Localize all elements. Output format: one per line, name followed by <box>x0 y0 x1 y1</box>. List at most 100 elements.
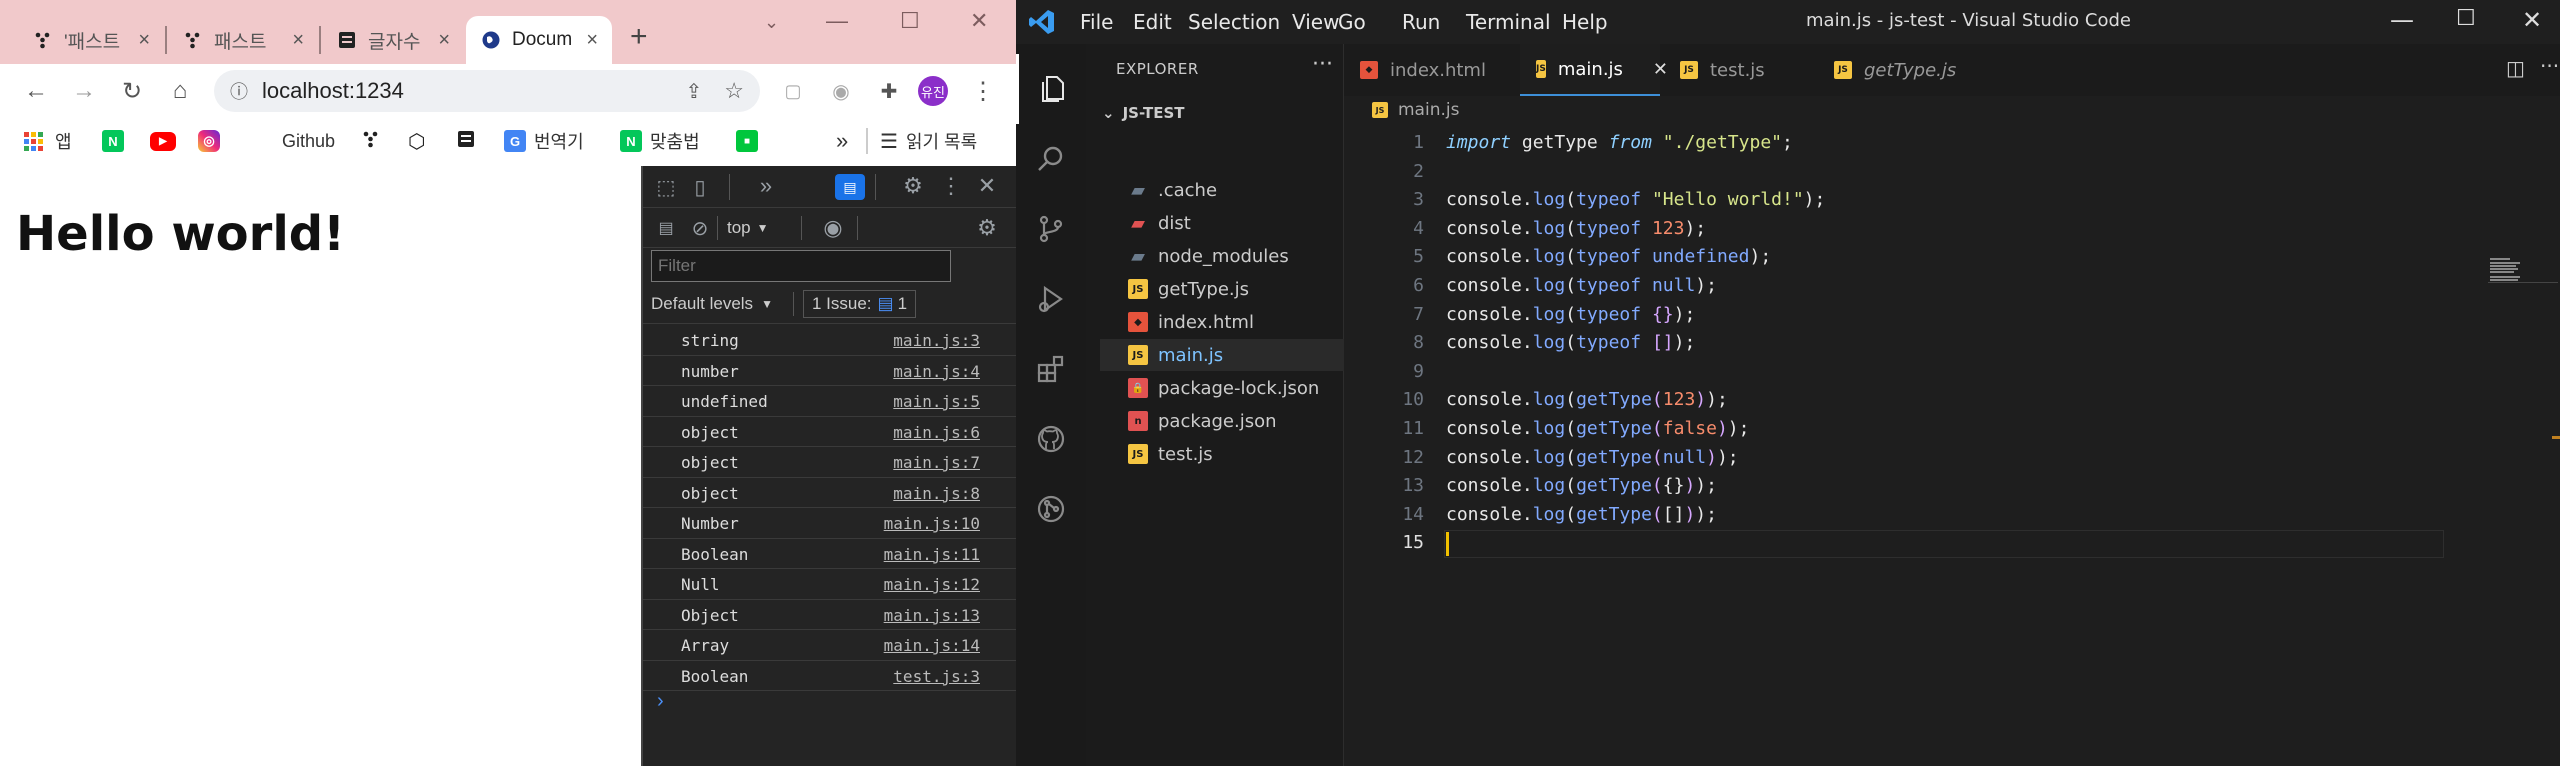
gitlens-icon[interactable] <box>1016 474 1086 544</box>
maximize-icon[interactable]: ☐ <box>2456 6 2476 31</box>
explorer-files-icon[interactable] <box>1016 54 1086 124</box>
editor-tab-main-js[interactable]: JS main.js ✕ <box>1520 44 1668 96</box>
reload-icon[interactable]: ↻ <box>114 64 150 118</box>
eye-icon[interactable]: ◉ <box>819 214 847 242</box>
file-item[interactable]: n package.json <box>1100 405 1344 437</box>
minimize-icon[interactable]: — <box>826 8 848 34</box>
file-item[interactable]: ▰ dist <box>1100 207 1344 239</box>
more-actions-icon[interactable]: ··· <box>2540 54 2559 78</box>
chrome-menu-icon[interactable]: ⋮ <box>966 64 1000 118</box>
bookmark-codepen[interactable]: ⬡ <box>408 118 425 164</box>
site-info-icon[interactable]: ⓘ <box>230 78 248 104</box>
close-window-icon[interactable]: ✕ <box>970 8 988 34</box>
console-source-link[interactable]: main.js:8 <box>893 484 980 503</box>
extensions-puzzle-icon[interactable]: ✚ <box>872 64 906 118</box>
editor-tab-index-html[interactable]: ◆ index.html <box>1344 44 1514 96</box>
console-source-link[interactable]: main.js:7 <box>893 453 980 472</box>
reading-list[interactable]: ☰ 읽기 목록 <box>880 118 977 164</box>
file-item[interactable]: ◆ index.html <box>1100 306 1344 338</box>
bookmark-extension[interactable]: ■ <box>736 118 766 164</box>
console-settings-gear-icon[interactable]: ⚙ <box>973 214 1001 242</box>
console-source-link[interactable]: main.js:12 <box>884 575 980 594</box>
inspect-element-icon[interactable]: ⬚ <box>653 174 679 200</box>
profile-avatar[interactable]: 유진 <box>918 76 948 106</box>
bookmark-spellcheck[interactable]: N 맞춤법 <box>620 118 700 164</box>
clear-console-icon[interactable]: ⊘ <box>687 216 713 240</box>
console-source-link[interactable]: main.js:6 <box>893 423 980 442</box>
bookmark-instagram[interactable]: ◎ <box>198 118 228 164</box>
back-icon[interactable]: ← <box>18 64 54 118</box>
bookmark-naver[interactable]: N <box>102 118 132 164</box>
context-select[interactable]: top ▼ <box>727 214 769 242</box>
issues-button[interactable]: 1 Issue: ▤ 1 <box>803 290 917 318</box>
kebab-menu-icon[interactable]: ⋮ <box>937 172 965 200</box>
bookmark-apps[interactable]: 앱 <box>24 118 72 164</box>
browser-tab-3[interactable]: 글자수 × <box>322 16 464 64</box>
bookmark-fastcampus[interactable] <box>362 118 380 164</box>
menu-view[interactable]: View <box>1292 0 1339 44</box>
console-source-link[interactable]: main.js:5 <box>893 392 980 411</box>
file-item[interactable]: 🔒 package-lock.json <box>1100 372 1344 404</box>
run-debug-icon[interactable] <box>1016 264 1086 334</box>
console-source-link[interactable]: main.js:14 <box>884 636 980 655</box>
home-icon[interactable]: ⌂ <box>162 64 198 118</box>
browser-tab-2[interactable]: 패스트 × <box>168 16 318 64</box>
device-toolbar-icon[interactable]: ▯ <box>687 174 713 200</box>
github-icon[interactable] <box>1016 404 1086 474</box>
bookmark-github[interactable]: Github <box>282 118 335 164</box>
console-source-link[interactable]: main.js:11 <box>884 545 980 564</box>
minimap[interactable] <box>2488 256 2558 296</box>
bookmark-translator[interactable]: G 번역기 <box>504 118 584 164</box>
extension-2-icon[interactable]: ◉ <box>824 64 858 118</box>
menu-terminal[interactable]: Terminal <box>1466 0 1551 44</box>
extension-1-icon[interactable]: ▢ <box>776 64 810 118</box>
more-actions-icon[interactable]: ··· <box>1312 52 1333 77</box>
menu-run[interactable]: Run <box>1402 0 1440 44</box>
browser-tab-1[interactable]: '패스트 × <box>18 16 164 64</box>
share-icon[interactable]: ⇪ <box>686 79 703 104</box>
console-source-link[interactable]: main.js:13 <box>884 606 980 625</box>
issues-badge-icon[interactable]: ▤ <box>835 174 865 200</box>
project-folder-header[interactable]: ⌄ JS-TEST <box>1102 104 1185 122</box>
split-editor-icon[interactable]: ◫ <box>2506 56 2525 80</box>
file-item[interactable]: JS test.js <box>1100 438 1344 470</box>
bookmark-youtube[interactable]: ▶ <box>150 118 184 164</box>
console-filter-input[interactable] <box>651 250 951 282</box>
source-control-icon[interactable] <box>1016 194 1086 264</box>
console-prompt[interactable]: › <box>657 690 664 713</box>
close-icon[interactable]: × <box>586 29 598 52</box>
breadcrumb[interactable]: JS main.js <box>1372 100 1459 120</box>
more-bookmarks-icon[interactable]: » <box>836 118 848 164</box>
forward-icon[interactable]: → <box>66 64 102 118</box>
close-icon[interactable]: × <box>438 29 450 52</box>
close-icon[interactable]: × <box>292 29 304 52</box>
sidebar-toggle-icon[interactable]: ▤ <box>653 216 679 240</box>
extensions-icon[interactable] <box>1016 334 1086 404</box>
file-item[interactable]: ▰ .cache <box>1100 174 1344 206</box>
gear-icon[interactable]: ⚙ <box>899 172 927 200</box>
menu-go[interactable]: Go <box>1338 0 1366 44</box>
address-bar[interactable]: ⓘ ⇪ ☆ <box>214 70 760 112</box>
log-levels-dropdown[interactable]: Default levels ▼ <box>651 292 773 316</box>
menu-selection[interactable]: Selection <box>1188 0 1280 44</box>
console-source-link[interactable]: main.js:10 <box>884 514 980 533</box>
tab-search-chevron-icon[interactable]: ⌄ <box>764 12 779 33</box>
close-devtools-icon[interactable]: ✕ <box>973 172 1001 200</box>
bookmark-doc[interactable] <box>456 118 476 164</box>
more-panels-icon[interactable]: » <box>753 172 779 200</box>
search-icon[interactable] <box>1016 124 1086 194</box>
editor-tab-test-js[interactable]: JS test.js <box>1664 44 1814 96</box>
maximize-icon[interactable]: ☐ <box>900 8 920 34</box>
editor-tab-gettype-js[interactable]: JS getType.js <box>1818 44 1988 96</box>
url-input[interactable] <box>262 78 686 104</box>
file-item[interactable]: JS main.js <box>1100 339 1344 371</box>
close-icon[interactable]: × <box>138 29 150 52</box>
console-source-link[interactable]: main.js:4 <box>893 362 980 381</box>
menu-edit[interactable]: Edit <box>1133 0 1172 44</box>
console-source-link[interactable]: main.js:3 <box>893 331 980 350</box>
menu-help[interactable]: Help <box>1562 0 1608 44</box>
browser-tab-active[interactable]: Docum × <box>466 16 612 64</box>
console-source-link[interactable]: test.js:3 <box>893 667 980 686</box>
close-window-icon[interactable]: ✕ <box>2522 6 2542 34</box>
menu-file[interactable]: File <box>1080 0 1113 44</box>
